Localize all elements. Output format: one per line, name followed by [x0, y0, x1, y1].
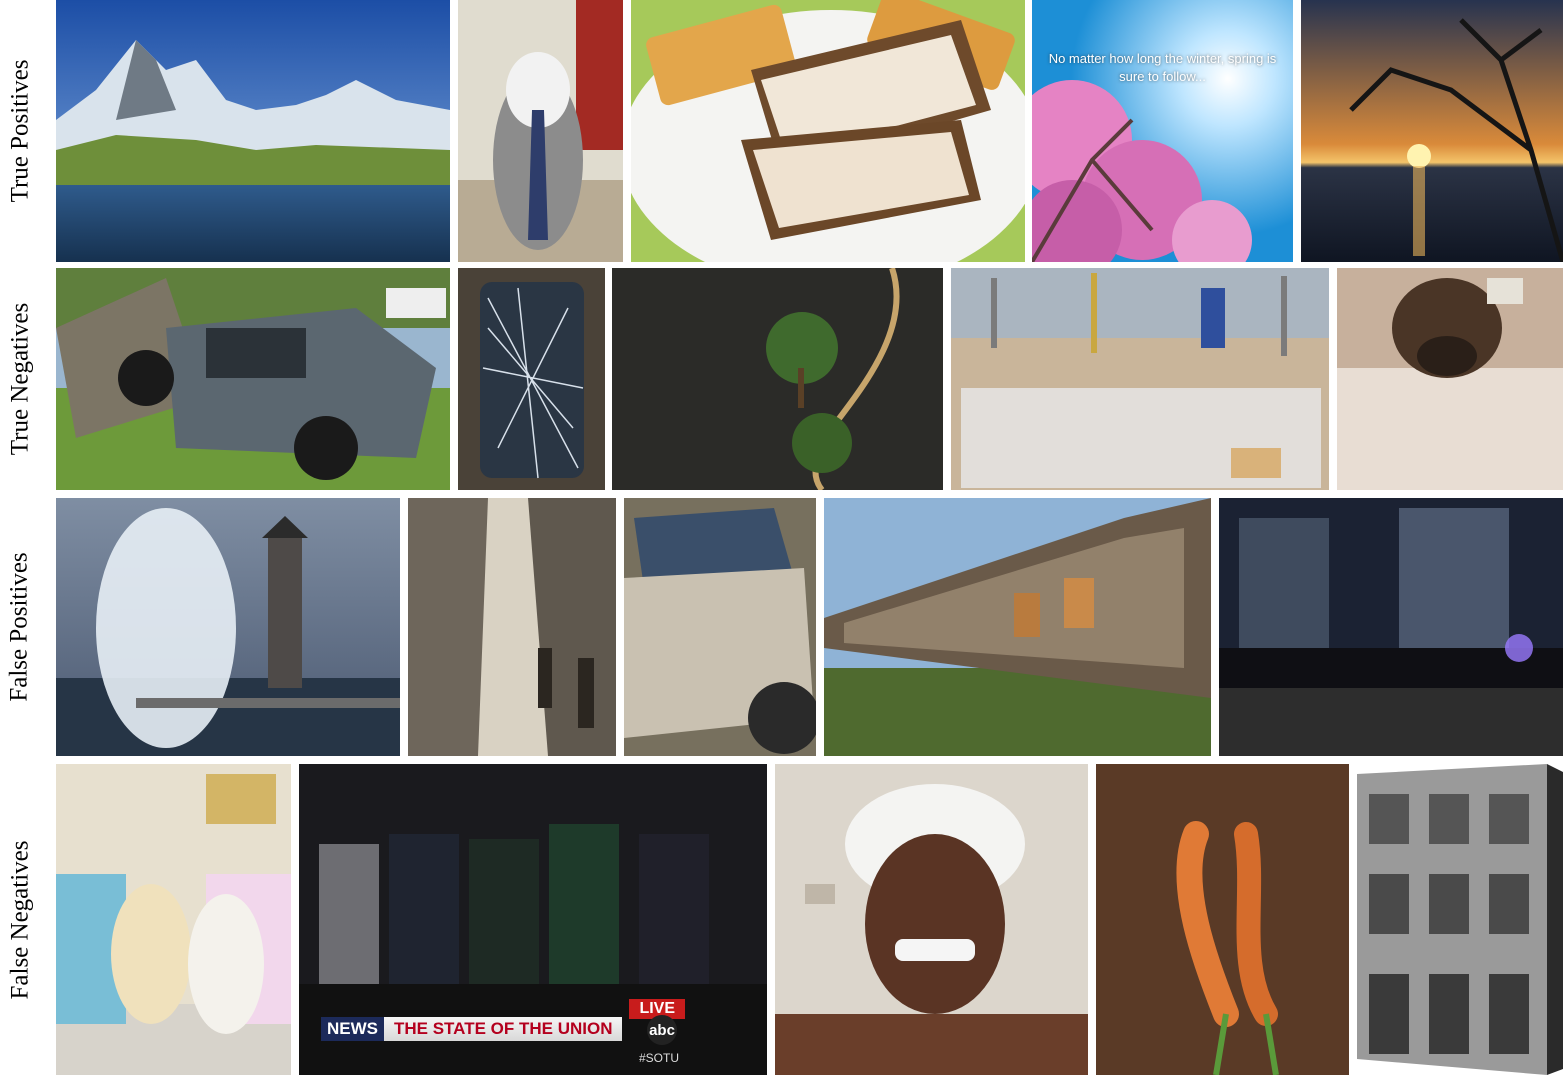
- news-ticker: NEWS THE STATE OF THE UNION: [321, 1017, 623, 1041]
- state-of-union-broadcast-photo: LIVE NEWS THE STATE OF THE UNION abc #SO…: [299, 764, 767, 1075]
- sotu-hashtag: #SOTU: [638, 1051, 679, 1065]
- selfie-grin-photo: [775, 764, 1088, 1075]
- old-alley-photo: [408, 498, 616, 756]
- row-false-positives: False Positives: [0, 498, 1563, 756]
- ornate-building-canvas-photo: [1357, 764, 1563, 1075]
- sandwich-and-fries-photo: [631, 0, 1025, 262]
- row-label: True Negatives: [6, 302, 33, 456]
- seated-men-photo: [56, 764, 291, 1075]
- lighthouse-storm-photo: [56, 498, 400, 756]
- caged-animals-train-photo: [824, 498, 1211, 756]
- dusty-jeep-photo: [624, 498, 816, 756]
- row-true-negatives: True Negatives: [0, 268, 1563, 490]
- sad-dog-in-bathtub-photo: [1337, 268, 1563, 490]
- row-false-negatives: False Negatives LIVE NEWS THE STATE OF T…: [0, 764, 1563, 1076]
- abc-logo: abc: [647, 1015, 677, 1045]
- twisted-carrots-photo: [1096, 764, 1349, 1075]
- spring-quote-text: No matter how long the winter, spring is…: [1048, 51, 1277, 84]
- cherry-blossom-quote-photo: No matter how long the winter, spring is…: [1032, 0, 1293, 262]
- husky-in-tie-photo: [458, 0, 623, 262]
- row-label: False Positives: [6, 552, 34, 702]
- wrecked-truck-photo: [56, 268, 450, 490]
- news-title: THE STATE OF THE UNION: [384, 1017, 623, 1041]
- cracked-phone-photo: [458, 268, 605, 490]
- row-label: True Positives: [6, 59, 34, 203]
- row-label: False Negatives: [6, 840, 34, 1000]
- mountain-lake-photo: [56, 0, 450, 262]
- night-street-crowd-photo: [1219, 498, 1563, 756]
- row-true-positives: True Positives No matter how long the wi…: [0, 0, 1563, 262]
- sunset-tree-photo: [1301, 0, 1563, 262]
- news-brand: NEWS: [321, 1017, 384, 1041]
- festival-litter-photo: [951, 268, 1329, 490]
- burned-field-aerial-photo: [612, 268, 943, 490]
